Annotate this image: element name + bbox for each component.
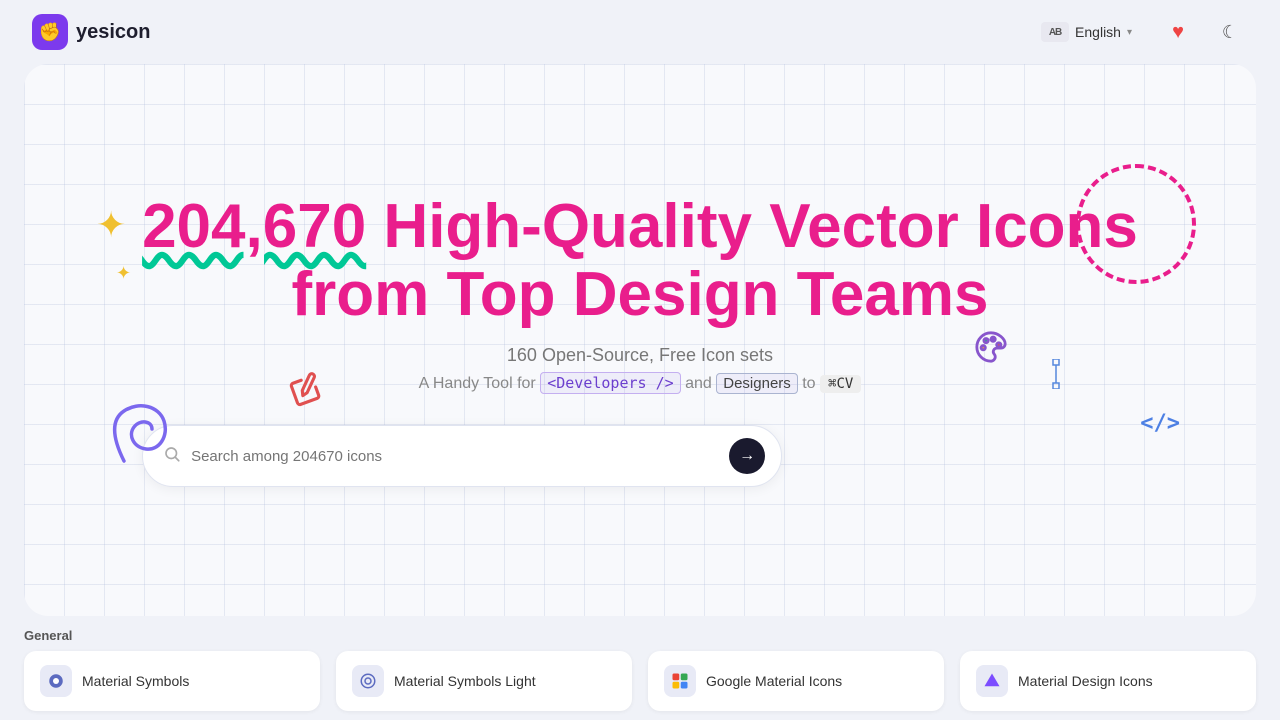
logo[interactable]: ✊ yesicon (32, 14, 150, 50)
language-selector[interactable]: AB English ▾ (1029, 16, 1144, 48)
hero-title-line2: from Top Design Teams (142, 261, 1138, 329)
category-icon (40, 665, 72, 697)
category-card-material-design[interactable]: Material Design Icons (960, 651, 1256, 711)
category-name: Material Symbols (82, 673, 189, 689)
lang-icon: AB (1041, 22, 1069, 42)
dashed-circle-decoration (1076, 164, 1196, 284)
dev-tag: <Developers /> (540, 372, 680, 394)
navbar-right: AB English ▾ ♥ ☾ (1029, 14, 1248, 50)
category-icon (664, 665, 696, 697)
chevron-down-icon: ▾ (1127, 27, 1132, 38)
palette-icon (974, 330, 1008, 371)
desc-to: to (802, 375, 815, 392)
node-anchor-decoration (1046, 359, 1066, 394)
dark-mode-button[interactable]: ☾ (1212, 14, 1248, 50)
desc-and: and (685, 375, 712, 392)
categories-section: General Material Symbols Material Symbol… (0, 616, 1280, 711)
category-label: General (24, 628, 1256, 643)
category-name: Google Material Icons (706, 673, 842, 689)
design-tag: Designers (716, 373, 798, 394)
hero-section: ✦✦ </> 204,6 (24, 64, 1256, 616)
category-card-material-symbols-light[interactable]: Material Symbols Light (336, 651, 632, 711)
hero-title: 204,670 High-Quality Vector Icons from T… (142, 193, 1138, 329)
code-tag-decoration: </> (1140, 411, 1180, 436)
moon-icon: ☾ (1222, 22, 1238, 43)
logo-text: yesicon (76, 21, 150, 44)
category-icon (352, 665, 384, 697)
search-bar: → (142, 425, 782, 487)
hero-title-part1: High-Quality Vector Icons (366, 192, 1138, 261)
category-card-google-material[interactable]: Google Material Icons (648, 651, 944, 711)
search-submit-button[interactable]: → (729, 438, 765, 474)
swirl-decoration (104, 391, 184, 476)
category-icon (976, 665, 1008, 697)
sparkle-icon: ✦✦ (96, 204, 131, 288)
search-input[interactable] (191, 448, 729, 465)
category-name: Material Symbols Light (394, 673, 536, 689)
cmd-tag: ⌘CV (820, 375, 861, 393)
favorites-button[interactable]: ♥ (1160, 14, 1196, 50)
logo-icon: ✊ (32, 14, 68, 50)
desc-prefix: A Handy Tool for (419, 375, 536, 392)
navbar: ✊ yesicon AB English ▾ ♥ ☾ (0, 0, 1280, 64)
category-cards: Material Symbols Material Symbols Light … (24, 651, 1256, 711)
heart-icon: ♥ (1172, 21, 1184, 44)
category-card-material-symbols[interactable]: Material Symbols (24, 651, 320, 711)
category-name: Material Design Icons (1018, 673, 1153, 689)
lang-label: English (1075, 24, 1121, 40)
icon-count: 204,670 (142, 192, 366, 261)
